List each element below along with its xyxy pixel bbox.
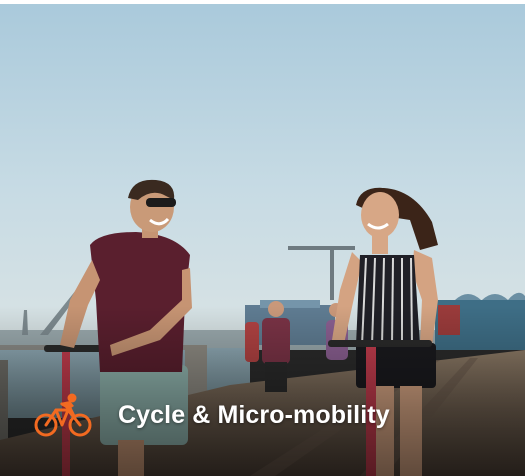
cyclist-icon <box>34 393 92 437</box>
category-card-cycle[interactable]: Cycle & Micro-mobility <box>0 0 525 476</box>
caption-shade <box>0 306 525 476</box>
card-caption[interactable]: Cycle & Micro-mobility <box>34 392 390 438</box>
card-title: Cycle & Micro-mobility <box>118 400 390 429</box>
